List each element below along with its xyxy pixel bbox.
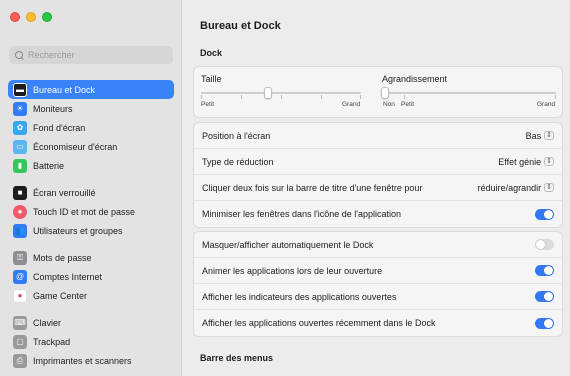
- sidebar-item-game-center[interactable]: ● Game Center: [8, 286, 174, 305]
- sidebar-item-label: Batterie: [33, 160, 65, 171]
- battery-icon: ▮: [13, 158, 27, 173]
- sidebar-item-label: Fond d'écran: [33, 122, 86, 133]
- dock-size-card: Taille Petit Grand Agrandissement Non Pe…: [193, 66, 563, 118]
- section-title-menubar: Barre des menus: [200, 353, 274, 363]
- row-label: Afficher les applications ouvertes récem…: [202, 318, 436, 328]
- keyboard-icon: ⌨: [13, 315, 27, 330]
- row-label: Afficher les indicateurs des application…: [202, 291, 397, 302]
- game-center-icon: ●: [13, 288, 27, 303]
- row-label: Position à l'écran: [202, 130, 271, 141]
- minimize-button[interactable]: [26, 12, 36, 22]
- sidebar-item-utilisateurs[interactable]: 👥 Utilisateurs et groupes: [8, 221, 174, 240]
- chevron-updown-icon: ⇕: [544, 131, 554, 140]
- row-label: Masquer/afficher automatiquement le Dock: [202, 239, 374, 250]
- sidebar-item-label: Écran verrouillé: [33, 187, 96, 198]
- sidebar-item-label: Touch ID et mot de passe: [33, 206, 136, 217]
- flower-icon: ✿: [13, 120, 27, 135]
- lock-icon: ■: [13, 185, 27, 200]
- dock-options-card: Position à l'écran Bas ⇕ Type de réducti…: [193, 122, 563, 228]
- row-animate: Animer les applications lors de leur ouv…: [194, 258, 562, 284]
- magnify-slider-min-label: Petit: [401, 101, 415, 108]
- sidebar-item-economiseur[interactable]: ▭ Économiseur d'écran: [8, 137, 174, 156]
- sidebar-item-label: Clavier: [33, 317, 62, 328]
- sidebar-item-batterie[interactable]: ▮ Batterie: [8, 156, 174, 175]
- dock-icon: ▬: [13, 82, 27, 97]
- key-icon: ⚿: [13, 250, 27, 265]
- popup-value: réduire/agrandir: [477, 182, 542, 193]
- screensaver-icon: ▭: [13, 139, 27, 154]
- section-title-dock: Dock: [200, 48, 223, 58]
- sidebar-item-imprimantes[interactable]: ⎙ Imprimantes et scanners: [8, 351, 174, 370]
- indicators-toggle[interactable]: [535, 291, 554, 302]
- row-label: Type de réduction: [202, 156, 274, 167]
- sidebar-item-label: Bureau et Dock: [33, 84, 96, 95]
- sidebar-item-bureau-et-dock[interactable]: ▬ Bureau et Dock: [8, 80, 174, 99]
- popup-value: Bas: [525, 130, 542, 141]
- magnify-slider-label: Agrandissement: [382, 74, 448, 84]
- minimize-into-app-toggle[interactable]: [535, 208, 554, 220]
- sun-icon: ☀: [13, 101, 27, 116]
- position-popup[interactable]: Bas ⇕: [526, 131, 554, 141]
- recent-apps-toggle[interactable]: [535, 317, 554, 329]
- sidebar-item-label: Économiseur d'écran: [33, 141, 118, 152]
- row-minimize-into-app: Minimiser les fenêtres dans l'icône de l…: [194, 201, 562, 227]
- window-controls: [10, 12, 52, 22]
- dock-behavior-card: Masquer/afficher automatiquement le Dock…: [193, 231, 563, 337]
- maximize-button[interactable]: [42, 12, 52, 22]
- sidebar-item-label: Moniteurs: [33, 103, 73, 114]
- row-indicators: Afficher les indicateurs des application…: [194, 284, 562, 310]
- size-slider-knob[interactable]: [264, 87, 272, 99]
- search-icon: [15, 50, 24, 60]
- size-slider-track[interactable]: [201, 92, 361, 94]
- row-double-click: Cliquer deux fois sur la barre de titre …: [194, 175, 562, 201]
- row-minimize-effect: Type de réduction Effet génie ⇕: [194, 149, 562, 175]
- size-slider-label: Taille: [201, 74, 222, 84]
- sidebar-item-touch-id[interactable]: ● Touch ID et mot de passe: [8, 202, 174, 221]
- sidebar: ▬ Bureau et Dock ☀ Moniteurs ✿ Fond d'éc…: [0, 0, 182, 376]
- sidebar-item-comptes-internet[interactable]: @ Comptes Internet: [8, 267, 174, 286]
- row-autohide: Masquer/afficher automatiquement le Dock: [194, 232, 562, 258]
- search-field[interactable]: [9, 46, 173, 64]
- sidebar-item-label: Game Center: [33, 290, 88, 301]
- row-label: Minimiser les fenêtres dans l'icône de l…: [202, 209, 402, 219]
- sidebar-item-fond-ecran[interactable]: ✿ Fond d'écran: [8, 118, 174, 137]
- animate-toggle[interactable]: [535, 265, 554, 276]
- sidebar-item-mots-de-passe[interactable]: ⚿ Mots de passe: [8, 248, 174, 267]
- fingerprint-icon: ●: [13, 204, 27, 219]
- chevron-updown-icon: ⇕: [544, 157, 554, 166]
- row-recent-apps: Afficher les applications ouvertes récem…: [194, 310, 562, 336]
- chevron-updown-icon: ⇕: [544, 183, 554, 192]
- sidebar-item-trackpad[interactable]: ▢ Trackpad: [8, 332, 174, 351]
- magnify-slider-track[interactable]: [384, 92, 556, 94]
- page-title: Bureau et Dock: [200, 20, 281, 32]
- users-icon: 👥: [13, 223, 27, 238]
- sidebar-item-label: Trackpad: [33, 336, 71, 347]
- sidebar-item-label: Imprimantes et scanners: [33, 355, 132, 366]
- sidebar-nav: ▬ Bureau et Dock ☀ Moniteurs ✿ Fond d'éc…: [8, 80, 174, 370]
- size-slider-max-label: Grand: [342, 101, 361, 108]
- magnify-slider-max-label: Grand: [537, 101, 556, 108]
- popup-value: Effet génie: [498, 156, 542, 167]
- row-label: Cliquer deux fois sur la barre de titre …: [202, 182, 423, 193]
- double-click-popup[interactable]: réduire/agrandir ⇕: [478, 183, 554, 193]
- minimize-effect-popup[interactable]: Effet génie ⇕: [498, 157, 554, 167]
- sidebar-item-label: Comptes Internet: [33, 271, 103, 282]
- sidebar-item-label: Utilisateurs et groupes: [33, 225, 123, 236]
- sidebar-item-moniteurs[interactable]: ☀ Moniteurs: [8, 99, 174, 118]
- printer-icon: ⎙: [13, 353, 27, 368]
- search-input[interactable]: [28, 50, 168, 60]
- close-button[interactable]: [10, 12, 20, 22]
- size-slider-min-label: Petit: [201, 101, 215, 108]
- sidebar-item-ecran-verrouille[interactable]: ■ Écran verrouillé: [8, 183, 174, 202]
- magnify-slider-knob[interactable]: [381, 87, 389, 99]
- autohide-toggle[interactable]: [535, 239, 554, 250]
- sidebar-item-clavier[interactable]: ⌨ Clavier: [8, 313, 174, 332]
- at-icon: @: [13, 269, 27, 284]
- sidebar-item-label: Mots de passe: [33, 252, 92, 263]
- magnify-slider-off-label: Non: [383, 101, 395, 108]
- row-position: Position à l'écran Bas ⇕: [194, 123, 562, 149]
- row-label: Animer les applications lors de leur ouv…: [202, 265, 383, 276]
- trackpad-icon: ▢: [13, 334, 27, 349]
